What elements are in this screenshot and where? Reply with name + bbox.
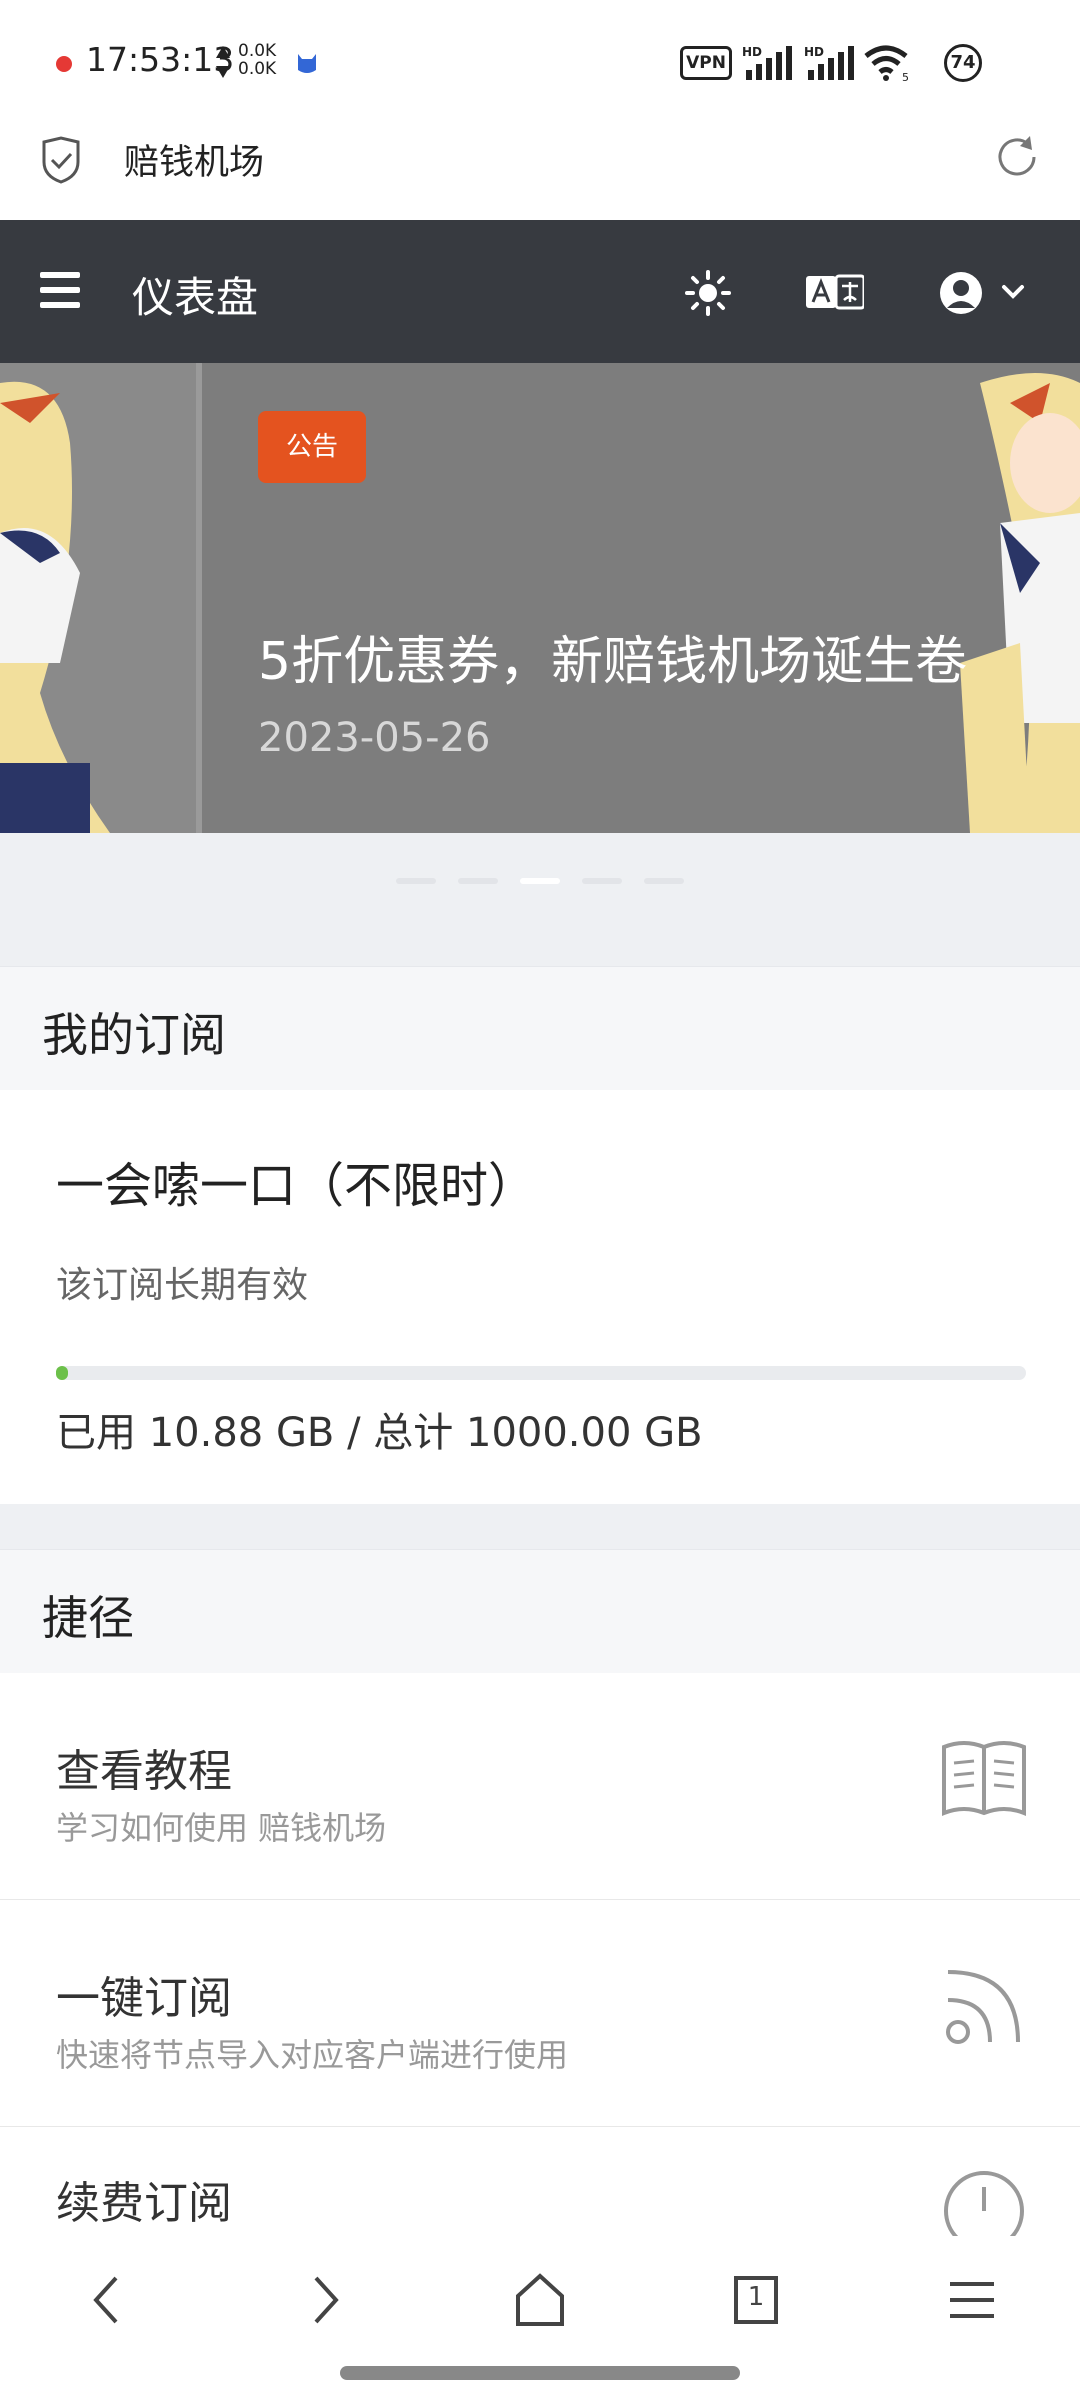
gesture-home-bar[interactable] [340, 2366, 740, 2380]
shortcuts-section-title: 捷径 [42, 1591, 134, 1645]
hamburger-menu-icon[interactable] [40, 272, 80, 308]
subscription-card-header: 我的订阅 [0, 966, 1080, 1091]
app-header: 仪表盘 [0, 220, 1080, 363]
carousel-dot[interactable] [396, 878, 436, 884]
net-up: 0.0K [238, 41, 277, 61]
cat-app-icon [298, 54, 316, 73]
refresh-icon[interactable] [994, 134, 1040, 180]
translate-icon[interactable] [806, 274, 864, 310]
wifi-icon: 5 [864, 45, 909, 82]
subscription-card: 一会嗦一口（不限时） 该订阅长期有效 已用 10.88 GB / 总计 1000… [0, 1090, 1080, 1504]
shortcut-title: 续费订阅 [56, 2178, 232, 2229]
home-icon[interactable] [510, 2270, 570, 2330]
signal-2-label: HD [804, 45, 824, 59]
tabs-icon[interactable]: 1 [726, 2270, 786, 2330]
carousel-indicator [0, 878, 1080, 886]
status-time: 17:53:13 [86, 40, 235, 79]
anime-character-left-image [0, 363, 196, 833]
shortcut-desc: 快速将节点导入对应客户端进行使用 [56, 2036, 569, 2074]
subscription-section-title: 我的订阅 [42, 1008, 226, 1062]
browser-title: 赔钱机场 [124, 143, 265, 183]
data-arrows-icon [216, 46, 230, 78]
browser-bar: 赔钱机场 [0, 110, 1080, 221]
signal-1-icon: HD [742, 45, 792, 80]
shortcut-desc: 学习如何使用 赔钱机场 [56, 1809, 387, 1847]
shortcuts-card-header: 捷径 [0, 1549, 1080, 1674]
shortcuts-list: 查看教程 学习如何使用 赔钱机场 一键订阅 快速将节点导入对应客户端进行使用 续… [0, 1673, 1080, 2273]
wifi-band-label: 5 [902, 71, 909, 82]
plan-validity: 该订阅长期有效 [56, 1265, 309, 1306]
net-down: 0.0K [238, 59, 277, 79]
banner-divider [196, 363, 202, 833]
back-icon[interactable] [78, 2270, 138, 2330]
carousel-dot[interactable] [520, 878, 560, 884]
announcement-headline: 5折优惠券，新赔钱机场诞生卷 [258, 632, 968, 692]
shortcut-one-click-subscribe[interactable]: 一键订阅 快速将节点导入对应客户端进行使用 [0, 1900, 1080, 2127]
shield-icon[interactable] [40, 136, 82, 184]
battery-icon: 74 [944, 44, 982, 82]
page-title: 仪表盘 [132, 273, 259, 322]
usage-progress-bar [56, 1366, 1026, 1380]
status-bar: 17:53:13 0.0K 0.0K VPN HD HD 5 74 [0, 0, 1080, 110]
menu-icon[interactable] [942, 2270, 1002, 2330]
signal-1-label: HD [742, 45, 762, 59]
shortcut-title: 查看教程 [56, 1746, 232, 1797]
usage-text: 已用 10.88 GB / 总计 1000.00 GB [56, 1410, 703, 1456]
network-speed: 0.0K 0.0K [238, 42, 276, 78]
usage-progress-fill [56, 1366, 68, 1380]
announcement-tag: 公告 [258, 411, 366, 483]
announcement-date: 2023-05-26 [258, 715, 491, 761]
forward-icon[interactable] [294, 2270, 354, 2330]
theme-toggle-icon[interactable] [685, 270, 731, 316]
shortcut-title: 一键订阅 [56, 1973, 232, 2024]
anime-character-right-image [960, 373, 1080, 833]
recording-dot-icon [56, 56, 72, 72]
carousel-dot[interactable] [458, 878, 498, 884]
signal-2-icon: HD [804, 45, 854, 80]
carousel-dot[interactable] [582, 878, 622, 884]
plan-name: 一会嗦一口（不限时） [56, 1158, 537, 1214]
announcement-banner[interactable]: 公告 5折优惠券，新赔钱机场诞生卷 2023-05-26 [0, 363, 1080, 833]
carousel-dot[interactable] [644, 878, 684, 884]
rss-icon [946, 1970, 1020, 2044]
tabs-count: 1 [747, 2282, 765, 2312]
user-avatar-dropdown-icon[interactable] [938, 270, 1026, 316]
shortcut-tutorial[interactable]: 查看教程 学习如何使用 赔钱机场 [0, 1673, 1080, 1900]
book-icon [942, 1741, 1026, 1816]
vpn-badge: VPN [680, 46, 732, 80]
